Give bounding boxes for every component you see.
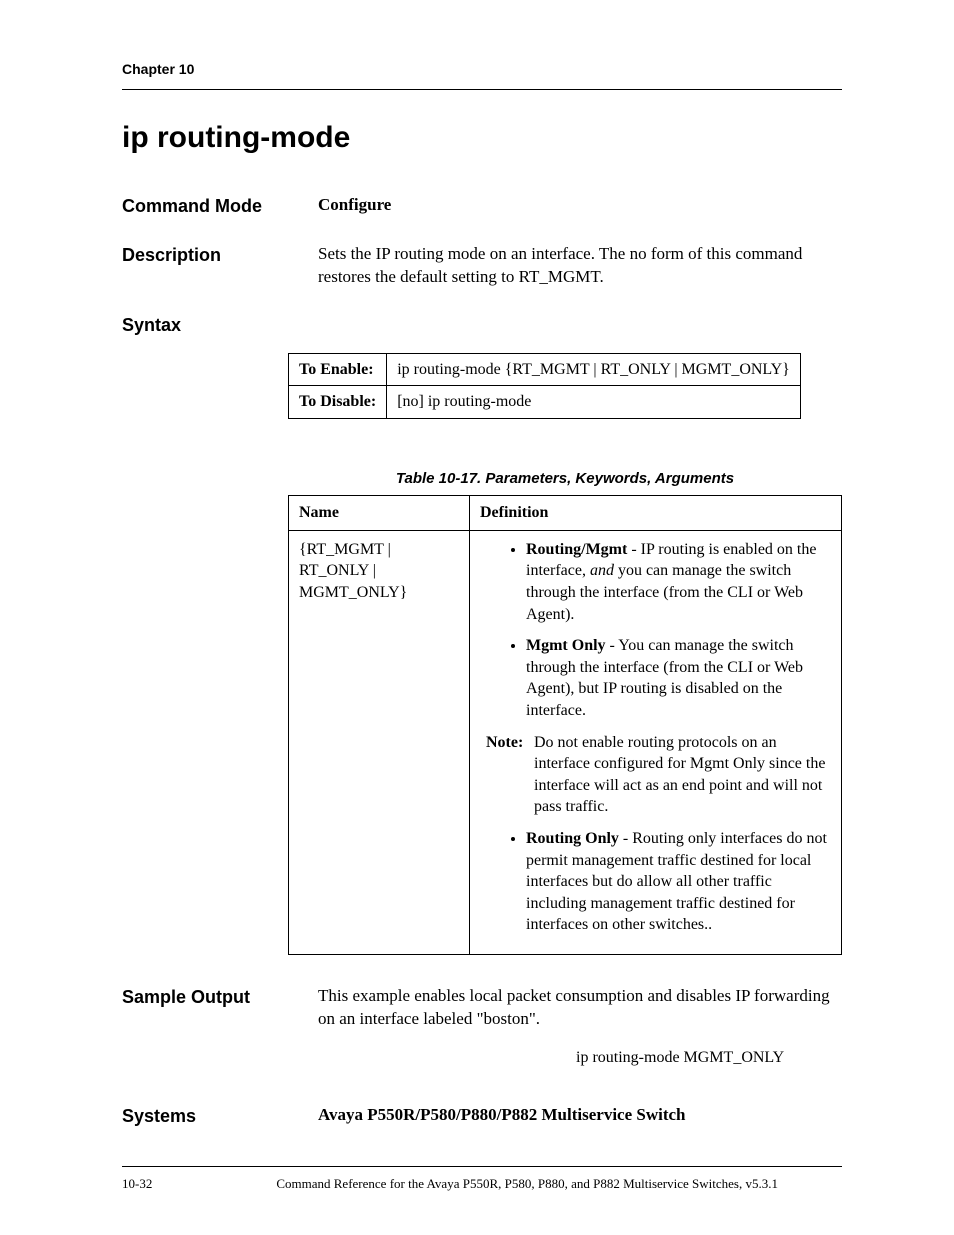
description-label: Description [122, 243, 318, 289]
header-rule [122, 89, 842, 90]
param-header-row: Name Definition [289, 496, 842, 531]
page-number: 10-32 [122, 1175, 152, 1193]
systems-row: Systems Avaya P550R/P580/P880/P882 Multi… [122, 1104, 842, 1128]
note-label: Note: [486, 732, 534, 818]
param-row: {RT_MGMT | RT_ONLY | MGMT_ONLY} Routing/… [289, 530, 842, 954]
bullet-mgmt-only: Mgmt Only - You can manage the switch th… [526, 635, 831, 721]
bullet-routing-only: Routing Only - Routing only interfaces d… [526, 828, 831, 936]
param-name: {RT_MGMT | RT_ONLY | MGMT_ONLY} [289, 530, 470, 954]
param-header-name: Name [289, 496, 470, 531]
syntax-row-disable: To Disable: [no] ip routing-mode [289, 386, 801, 419]
command-mode-value: Configure [318, 194, 842, 218]
command-mode-label: Command Mode [122, 194, 318, 218]
syntax-disable-label: To Disable: [289, 386, 387, 419]
syntax-enable-label: To Enable: [289, 353, 387, 386]
syntax-row-enable: To Enable: ip routing-mode {RT_MGMT | RT… [289, 353, 801, 386]
sample-output-value: This example enables local packet consum… [318, 985, 842, 1031]
param-table-caption: Table 10-17. Parameters, Keywords, Argum… [288, 469, 842, 489]
command-mode-row: Command Mode Configure [122, 194, 842, 218]
chapter-label: Chapter 10 [122, 60, 842, 79]
syntax-disable-value: [no] ip routing-mode [387, 386, 801, 419]
syntax-label: Syntax [122, 313, 318, 337]
page-footer: 10-32 Command Reference for the Avaya P5… [0, 1166, 954, 1193]
param-bullet-list: Routing/Mgmt - IP routing is enabled on … [480, 539, 831, 722]
sample-output-label: Sample Output [122, 985, 318, 1031]
systems-value: Avaya P550R/P580/P880/P882 Multiservice … [318, 1104, 842, 1128]
b1-strong: Routing/Mgmt [526, 541, 627, 558]
b2-strong: Mgmt Only [526, 637, 606, 654]
syntax-empty [318, 313, 842, 337]
param-definition: Routing/Mgmt - IP routing is enabled on … [470, 530, 842, 954]
page: Chapter 10 ip routing-mode Command Mode … [0, 0, 954, 1235]
footer-rule [122, 1166, 842, 1167]
footer-text: Command Reference for the Avaya P550R, P… [212, 1175, 842, 1193]
b3-strong: Routing Only [526, 830, 619, 847]
note-text: Do not enable routing protocols on an in… [534, 732, 831, 818]
param-table: Name Definition {RT_MGMT | RT_ONLY | MGM… [288, 495, 842, 955]
param-header-definition: Definition [470, 496, 842, 531]
description-value: Sets the IP routing mode on an interface… [318, 243, 842, 289]
bullet-routing-mgmt: Routing/Mgmt - IP routing is enabled on … [526, 539, 831, 625]
footer-row: 10-32 Command Reference for the Avaya P5… [122, 1175, 842, 1193]
sample-output-row: Sample Output This example enables local… [122, 985, 842, 1031]
b1-em: and [590, 562, 614, 579]
systems-label: Systems [122, 1104, 318, 1128]
note-row: Note: Do not enable routing protocols on… [480, 732, 831, 818]
page-title: ip routing-mode [122, 118, 842, 159]
sample-output-command: ip routing-mode MGMT_ONLY [576, 1047, 842, 1069]
syntax-table: To Enable: ip routing-mode {RT_MGMT | RT… [288, 353, 801, 419]
syntax-row: Syntax [122, 313, 842, 337]
syntax-enable-value: ip routing-mode {RT_MGMT | RT_ONLY | MGM… [387, 353, 801, 386]
description-row: Description Sets the IP routing mode on … [122, 243, 842, 289]
param-bullet-list-2: Routing Only - Routing only interfaces d… [480, 828, 831, 936]
